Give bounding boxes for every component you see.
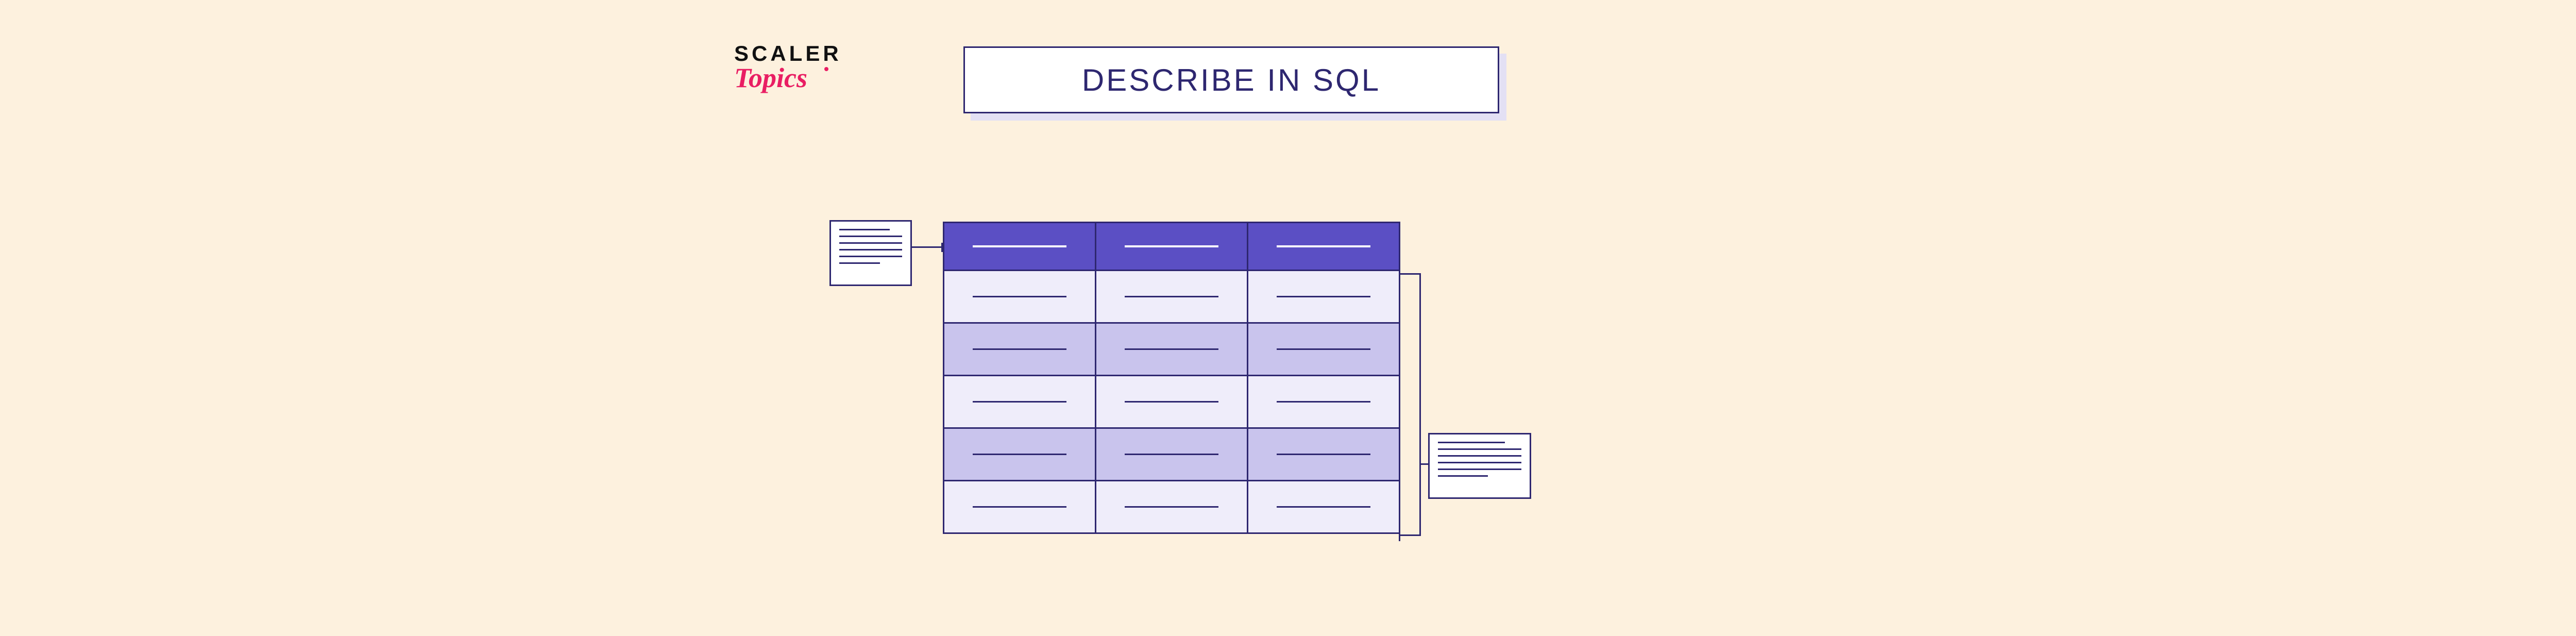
- cell-line: [1277, 245, 1370, 247]
- header-cell: [944, 223, 1096, 270]
- note-line: [1438, 442, 1505, 443]
- cell-line: [1277, 348, 1370, 350]
- table-cell: [1096, 375, 1248, 427]
- table-cell: [1248, 375, 1399, 427]
- cell-line: [973, 296, 1066, 297]
- note-line: [839, 256, 902, 257]
- note-line: [839, 242, 902, 244]
- table-cell: [944, 480, 1096, 532]
- table-row: [944, 375, 1399, 427]
- connector-line-left: [912, 246, 943, 248]
- note-line: [839, 229, 890, 230]
- connector-tick-bot: [1399, 532, 1400, 541]
- note-line: [839, 236, 902, 237]
- note-line: [1438, 475, 1488, 477]
- table-cell: [944, 270, 1096, 322]
- table-cell: [1248, 480, 1399, 532]
- diagram-canvas: SCALER Topics DESCRIBE IN SQL: [721, 0, 1546, 636]
- table-row: [944, 322, 1399, 375]
- table-cell: [1248, 322, 1399, 375]
- header-cell: [1096, 223, 1248, 270]
- table-cell: [944, 427, 1096, 480]
- title-box: DESCRIBE IN SQL: [963, 46, 1499, 113]
- brand-logo: SCALER Topics: [734, 41, 858, 94]
- note-line: [1438, 455, 1521, 457]
- cell-line: [1125, 454, 1218, 455]
- table-cell: [1248, 427, 1399, 480]
- logo-dot-icon: [824, 67, 828, 71]
- table-cell: [1096, 427, 1248, 480]
- header-cell: [1248, 223, 1399, 270]
- database-table-illustration: [943, 222, 1400, 534]
- cell-line: [1125, 296, 1218, 297]
- table-cell: [1248, 270, 1399, 322]
- table-cell: [944, 322, 1096, 375]
- table-cell: [944, 375, 1096, 427]
- note-line: [1438, 448, 1521, 450]
- note-line: [839, 249, 902, 250]
- cell-line: [973, 506, 1066, 508]
- cell-line: [1277, 296, 1370, 297]
- connector-tick-top: [1399, 269, 1400, 278]
- logo-text-topics: Topics: [734, 62, 858, 94]
- table-cell: [1096, 322, 1248, 375]
- note-line: [839, 262, 880, 264]
- table-cell: [1096, 270, 1248, 322]
- annotation-note-right: [1428, 433, 1531, 499]
- cell-line: [1125, 506, 1218, 508]
- note-line: [1438, 468, 1521, 470]
- page-title: DESCRIBE IN SQL: [1082, 62, 1381, 98]
- cell-line: [1125, 245, 1218, 247]
- cell-line: [1277, 506, 1370, 508]
- table-row: [944, 270, 1399, 322]
- table-header-row: [944, 223, 1399, 270]
- connector-bracket-right: [1400, 273, 1421, 536]
- cell-line: [973, 348, 1066, 350]
- cell-line: [973, 245, 1066, 247]
- cell-line: [1277, 401, 1370, 403]
- table-row: [944, 427, 1399, 480]
- cell-line: [1125, 401, 1218, 403]
- annotation-note-left: [829, 220, 912, 286]
- table-row: [944, 480, 1399, 532]
- cell-line: [1125, 348, 1218, 350]
- cell-line: [973, 401, 1066, 403]
- cell-line: [1277, 454, 1370, 455]
- cell-line: [973, 454, 1066, 455]
- table-cell: [1096, 480, 1248, 532]
- note-line: [1438, 462, 1521, 463]
